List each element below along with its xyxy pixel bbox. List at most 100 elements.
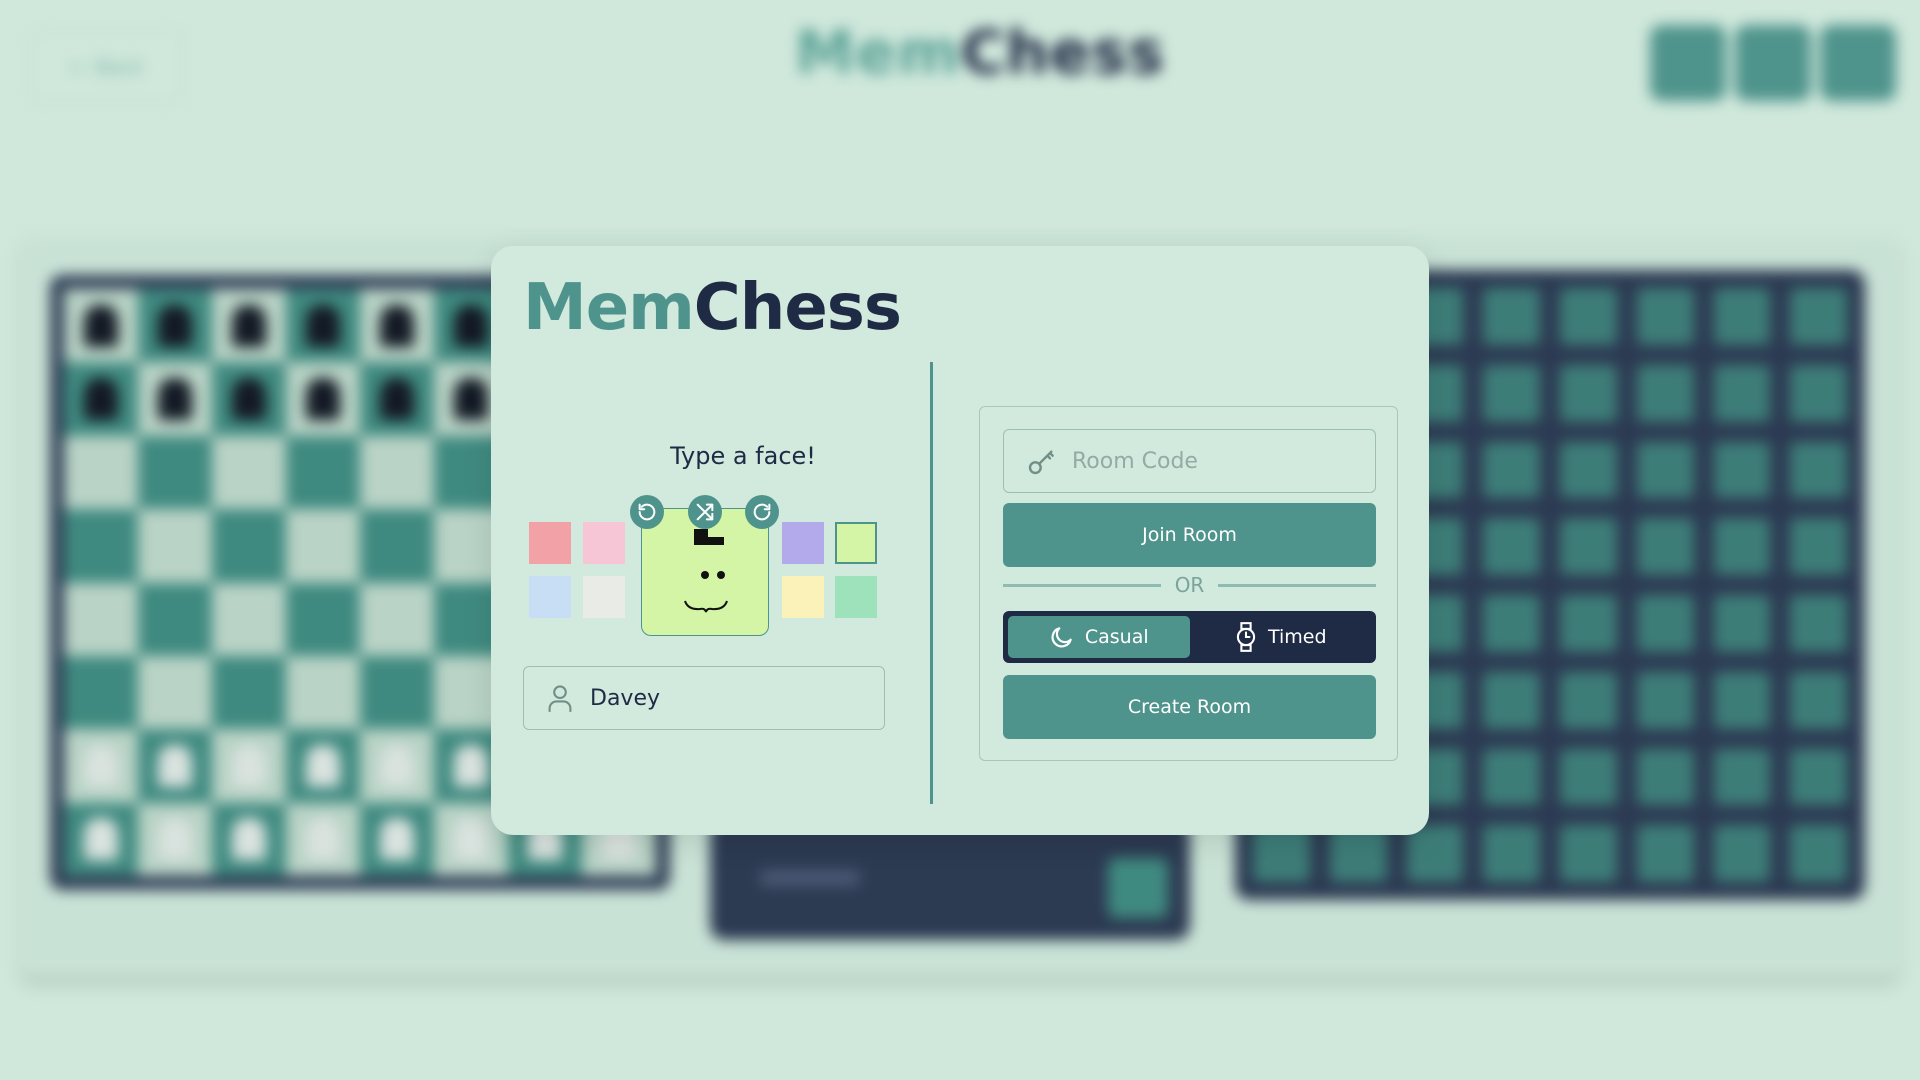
memory-tile xyxy=(1560,671,1617,729)
back-label: Back xyxy=(95,55,144,79)
memory-tile xyxy=(1560,825,1617,882)
user-icon xyxy=(548,685,572,712)
board-square xyxy=(212,802,286,876)
color-swatch[interactable] xyxy=(782,522,824,564)
memory-tile xyxy=(1636,748,1694,806)
color-swatch[interactable] xyxy=(529,576,571,618)
username-field[interactable] xyxy=(523,666,885,730)
memory-tile xyxy=(1713,364,1771,422)
undo-button[interactable] xyxy=(630,495,664,529)
color-swatch[interactable] xyxy=(529,522,571,564)
chess-piece xyxy=(306,378,340,421)
mode-timed[interactable]: Timed xyxy=(1190,616,1372,658)
memory-tile xyxy=(1560,748,1617,806)
memory-tile xyxy=(1560,364,1617,422)
hat-icon xyxy=(694,529,724,545)
watch-icon xyxy=(1236,622,1256,652)
color-swatch[interactable] xyxy=(835,522,877,564)
background-card xyxy=(710,820,1190,940)
shuffle-button[interactable] xyxy=(688,495,722,529)
room-code-input[interactable] xyxy=(1070,447,1374,475)
chess-piece xyxy=(306,304,340,347)
eyes-icon xyxy=(701,571,725,579)
board-square xyxy=(286,582,360,656)
chess-piece xyxy=(158,818,192,861)
chess-piece xyxy=(84,378,118,421)
board-square xyxy=(64,362,138,436)
board-square xyxy=(138,729,212,803)
color-swatch[interactable] xyxy=(583,576,625,618)
chess-piece xyxy=(454,378,488,421)
board-square xyxy=(286,362,360,436)
memory-tile xyxy=(1636,441,1694,499)
memory-tile xyxy=(1406,825,1464,882)
chess-piece xyxy=(158,378,192,421)
background-title-mem: Mem xyxy=(795,18,961,88)
board-square xyxy=(64,582,138,656)
back-button: ← Back xyxy=(30,30,184,104)
chess-piece xyxy=(232,304,266,347)
board-square xyxy=(286,729,360,803)
vertical-divider xyxy=(930,362,933,804)
memory-tile xyxy=(1483,671,1540,729)
color-swatch[interactable] xyxy=(583,522,625,564)
board-square xyxy=(286,435,360,510)
board-square xyxy=(286,289,360,363)
create-room-button[interactable]: Create Room xyxy=(1003,675,1376,739)
memory-tile xyxy=(1560,595,1617,652)
board-square xyxy=(360,655,434,730)
or-label: OR xyxy=(1174,573,1205,597)
color-swatch[interactable] xyxy=(835,576,877,618)
board-square xyxy=(64,509,138,583)
board-square xyxy=(212,582,286,656)
mode-casual-label: Casual xyxy=(1084,626,1149,648)
chess-piece xyxy=(306,744,340,787)
chess-piece xyxy=(158,744,192,787)
memory-tile xyxy=(1636,518,1694,575)
board-square xyxy=(138,362,212,436)
board-square xyxy=(286,802,360,876)
memory-tile xyxy=(1483,288,1540,345)
memory-tile xyxy=(1483,825,1540,882)
board-square xyxy=(360,289,434,363)
chess-piece xyxy=(380,378,414,421)
chess-piece xyxy=(84,818,118,861)
chess-piece xyxy=(84,304,118,347)
logo-mem: Mem xyxy=(523,271,695,345)
memory-tile xyxy=(1713,825,1771,882)
background-card-text xyxy=(760,870,860,886)
chess-piece xyxy=(306,818,340,861)
memory-tile xyxy=(1713,671,1771,729)
room-code-field[interactable] xyxy=(1003,429,1376,493)
redo-button[interactable] xyxy=(745,495,779,529)
memory-tile xyxy=(1636,825,1694,882)
mode-casual[interactable]: Casual xyxy=(1008,616,1190,658)
color-swatch[interactable] xyxy=(782,576,824,618)
board-square xyxy=(64,435,138,510)
board-square xyxy=(138,435,212,510)
board-square xyxy=(212,509,286,583)
logo: MemChess xyxy=(523,276,902,340)
key-icon xyxy=(1028,450,1054,475)
username-input[interactable] xyxy=(588,684,872,712)
memory-tile xyxy=(1636,671,1694,729)
board-square xyxy=(64,289,138,363)
board-square xyxy=(138,802,212,876)
board-square xyxy=(212,435,286,510)
chess-piece xyxy=(380,818,414,861)
header-icon-button xyxy=(1650,25,1726,101)
chess-piece xyxy=(454,818,488,861)
memory-tile xyxy=(1790,825,1847,882)
memory-tile xyxy=(1483,595,1540,652)
memory-tile xyxy=(1713,748,1771,806)
moon-icon xyxy=(1051,627,1072,648)
board-square xyxy=(360,435,434,510)
background-card-button xyxy=(1108,858,1168,918)
arrow-left-icon: ← xyxy=(70,55,88,79)
board-square xyxy=(212,655,286,730)
board-square xyxy=(138,582,212,656)
memory-tile xyxy=(1483,748,1540,806)
memory-tile xyxy=(1560,441,1617,499)
board-square xyxy=(360,362,434,436)
join-room-button[interactable]: Join Room xyxy=(1003,503,1376,567)
